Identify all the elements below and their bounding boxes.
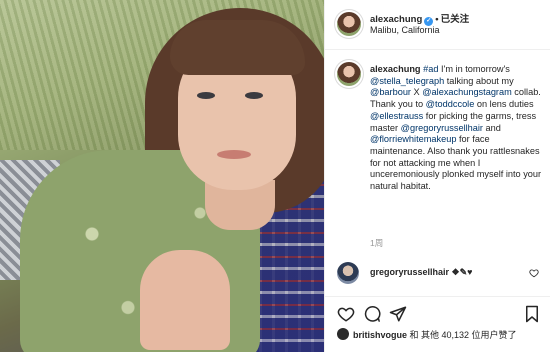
caption-body-text: X [411, 87, 423, 98]
caption-body-text: I'm in tomorrow's [438, 64, 510, 74]
post-timestamp[interactable]: 1周 [370, 237, 383, 249]
photo-eye-left [197, 92, 215, 99]
post-location[interactable]: Malibu, California [370, 25, 440, 35]
post-header: alexachung ✓ • 已关注 Malibu, California [325, 0, 550, 50]
liker-avatar[interactable] [337, 328, 349, 340]
liker-username[interactable]: britishvogue [353, 330, 407, 340]
caption-mention-link[interactable]: @toddccole [426, 99, 475, 109]
comment-like-heart-icon[interactable] [529, 268, 539, 278]
photo-arm [140, 250, 230, 350]
author-username[interactable]: alexachung [370, 14, 422, 25]
photo-lips [217, 150, 251, 159]
caption-mention-link[interactable]: @florriewhitemakeup [370, 134, 456, 144]
caption-text: alexachung #ad I'm in tomorrow's @stella… [370, 64, 542, 193]
header-line: alexachung ✓ • 已关注 [370, 11, 469, 26]
comment-text: ❖✎♥ [451, 267, 473, 277]
caption-body-text: talking about my [444, 75, 514, 86]
comment-content: gregoryrussellhair ❖✎♥ [370, 267, 473, 278]
bookmark-icon[interactable] [523, 305, 541, 323]
comment-icon[interactable] [363, 305, 381, 323]
likes-text[interactable]: 和 其他 40,132 位用户赞了 [410, 330, 517, 340]
action-bar: britishvogue 和 其他 40,132 位用户赞了 [325, 296, 550, 352]
caption-mention-link[interactable]: @barbour [370, 87, 411, 97]
caption-mention-link[interactable]: #ad [423, 64, 438, 74]
post-side-panel: alexachung ✓ • 已关注 Malibu, California alexa… [324, 0, 550, 352]
caption-mention-link[interactable]: @gregoryrussellhair [401, 123, 483, 133]
caption-body-text: and [483, 122, 501, 133]
caption-mention-link[interactable]: @ellestrauss [370, 111, 423, 121]
likes-summary: britishvogue 和 其他 40,132 位用户赞了 [337, 328, 549, 341]
caption-username[interactable]: alexachung [370, 64, 421, 74]
post-photo[interactable] [0, 0, 324, 352]
photo-eye-right [245, 92, 263, 99]
comment-row: gregoryrussellhair ❖✎♥ [337, 262, 543, 286]
commenter-avatar[interactable] [337, 262, 359, 284]
share-icon[interactable] [389, 305, 407, 323]
author-avatar[interactable] [337, 12, 361, 36]
caption-mention-link[interactable]: @alexachungstagram [422, 87, 512, 97]
caption-body-text: on lens duties [474, 99, 534, 110]
caption-mention-link[interactable]: @stella_telegraph [370, 76, 444, 86]
caption-avatar[interactable] [337, 62, 361, 86]
commenter-username[interactable]: gregoryrussellhair [370, 267, 449, 277]
following-button[interactable]: 已关注 [441, 14, 470, 25]
heart-icon[interactable] [337, 305, 355, 323]
header-separator: • [435, 14, 439, 25]
photo-fringe [170, 20, 305, 75]
